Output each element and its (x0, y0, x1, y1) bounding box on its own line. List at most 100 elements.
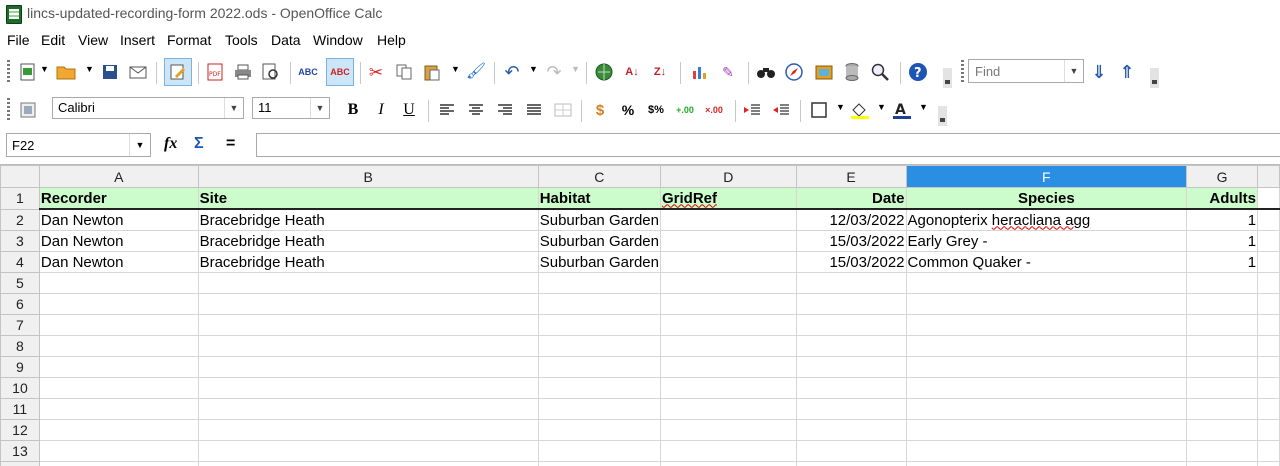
zoom-icon[interactable] (870, 62, 890, 82)
cell[interactable] (198, 294, 538, 315)
cell[interactable] (39, 441, 198, 462)
percent-format-icon[interactable]: % (618, 100, 638, 120)
cell[interactable] (796, 273, 906, 294)
cell[interactable] (796, 294, 906, 315)
cell[interactable] (796, 420, 906, 441)
cell[interactable]: 1 (1187, 252, 1258, 273)
menu-format[interactable]: Format (167, 32, 211, 48)
cell[interactable] (538, 357, 660, 378)
row-header[interactable]: 7 (1, 315, 40, 336)
toolbar-overflow-icon[interactable] (943, 68, 952, 88)
cell[interactable] (538, 294, 660, 315)
column-header-a[interactable]: A (39, 166, 198, 188)
cell[interactable] (660, 441, 796, 462)
cell[interactable] (538, 420, 660, 441)
row-header[interactable]: 6 (1, 294, 40, 315)
clone-formatting-icon[interactable]: 🖌 (466, 62, 486, 82)
cell[interactable] (39, 378, 198, 399)
cell[interactable]: Early Grey - (906, 231, 1187, 252)
cell[interactable] (906, 441, 1187, 462)
menu-file[interactable]: File (7, 32, 30, 48)
cell-header-habitat[interactable]: Habitat (538, 188, 660, 210)
cell[interactable] (1187, 441, 1258, 462)
cell[interactable]: 1 (1187, 209, 1258, 231)
row-header[interactable]: 13 (1, 441, 40, 462)
cell[interactable] (39, 357, 198, 378)
cell[interactable] (1187, 399, 1258, 420)
navigator-icon[interactable] (784, 62, 804, 82)
row-header[interactable]: 3 (1, 231, 40, 252)
cell[interactable] (660, 336, 796, 357)
cell[interactable] (1187, 294, 1258, 315)
column-header-b[interactable]: B (198, 166, 538, 188)
cell[interactable] (538, 315, 660, 336)
row-header[interactable]: 4 (1, 252, 40, 273)
cell-header-gridref[interactable]: GridRef (660, 188, 796, 210)
cell-header-species[interactable]: Species (906, 188, 1187, 210)
find-previous-icon[interactable]: ⇑ (1117, 62, 1137, 82)
cell[interactable] (660, 315, 796, 336)
font-size-box[interactable]: 11 ▼ (252, 97, 330, 119)
column-header-g[interactable]: G (1187, 166, 1258, 188)
font-name-box[interactable]: Calibri ▼ (52, 97, 244, 119)
cell[interactable] (198, 336, 538, 357)
find-toolbar-overflow-icon[interactable] (1150, 68, 1159, 88)
align-left-icon[interactable] (437, 100, 457, 120)
sort-descending-icon[interactable]: Z↓ (650, 62, 670, 82)
find-next-icon[interactable]: ⇓ (1089, 62, 1109, 82)
cell[interactable] (198, 441, 538, 462)
function-equals-icon[interactable]: = (226, 135, 235, 153)
cell[interactable] (906, 315, 1187, 336)
cell[interactable]: 12/03/2022 (796, 209, 906, 231)
name-box-dropdown-icon[interactable]: ▼ (129, 134, 150, 156)
cell[interactable] (906, 462, 1187, 466)
cell-header-date[interactable]: Date (796, 188, 906, 210)
column-header-d[interactable]: D (660, 166, 796, 188)
toolbar-grip[interactable] (7, 98, 10, 122)
help-icon[interactable]: ? (908, 62, 928, 82)
italic-icon[interactable]: I (371, 100, 391, 120)
new-dropdown-icon[interactable]: ▼ (40, 64, 49, 74)
underline-icon[interactable]: U (399, 100, 419, 120)
delete-decimal-icon[interactable]: ×.00 (704, 100, 724, 120)
row-header[interactable]: 14 (1, 462, 40, 466)
cell[interactable]: Bracebridge Heath (198, 209, 538, 231)
find-replace-icon[interactable] (756, 62, 776, 82)
paste-dropdown-icon[interactable]: ▼ (451, 64, 460, 74)
menu-tools[interactable]: Tools (225, 32, 258, 48)
print-icon[interactable] (233, 62, 253, 82)
cell[interactable] (39, 315, 198, 336)
column-header-f[interactable]: F (906, 166, 1187, 188)
cell[interactable] (198, 273, 538, 294)
sum-icon[interactable]: Σ (194, 135, 204, 153)
cell[interactable] (796, 357, 906, 378)
standard-format-icon[interactable]: $% (646, 100, 666, 120)
cell[interactable] (538, 378, 660, 399)
cell[interactable] (660, 399, 796, 420)
font-size-dropdown-icon[interactable]: ▼ (310, 98, 329, 118)
cell[interactable] (198, 462, 538, 466)
cell[interactable] (906, 336, 1187, 357)
row-header[interactable]: 10 (1, 378, 40, 399)
save-icon[interactable] (100, 62, 120, 82)
background-color-dropdown-icon[interactable]: ▼ (877, 102, 886, 112)
merge-cells-icon[interactable] (553, 100, 573, 120)
cell[interactable] (1187, 357, 1258, 378)
column-header-h[interactable] (1258, 166, 1280, 188)
row-header[interactable]: 11 (1, 399, 40, 420)
open-dropdown-icon[interactable]: ▼ (85, 64, 94, 74)
chart-icon[interactable] (690, 62, 710, 82)
cell[interactable] (660, 420, 796, 441)
menu-help[interactable]: Help (377, 32, 406, 48)
add-decimal-icon[interactable]: +.00 (675, 100, 695, 120)
menu-view[interactable]: View (78, 32, 108, 48)
cell[interactable] (39, 420, 198, 441)
bold-icon[interactable]: B (343, 100, 363, 120)
cell[interactable] (796, 399, 906, 420)
spellcheck-icon[interactable]: ABC (298, 62, 318, 82)
cell[interactable] (796, 315, 906, 336)
row-header[interactable]: 9 (1, 357, 40, 378)
cell[interactable] (39, 273, 198, 294)
cell[interactable] (538, 273, 660, 294)
cell-header-site[interactable]: Site (198, 188, 538, 210)
